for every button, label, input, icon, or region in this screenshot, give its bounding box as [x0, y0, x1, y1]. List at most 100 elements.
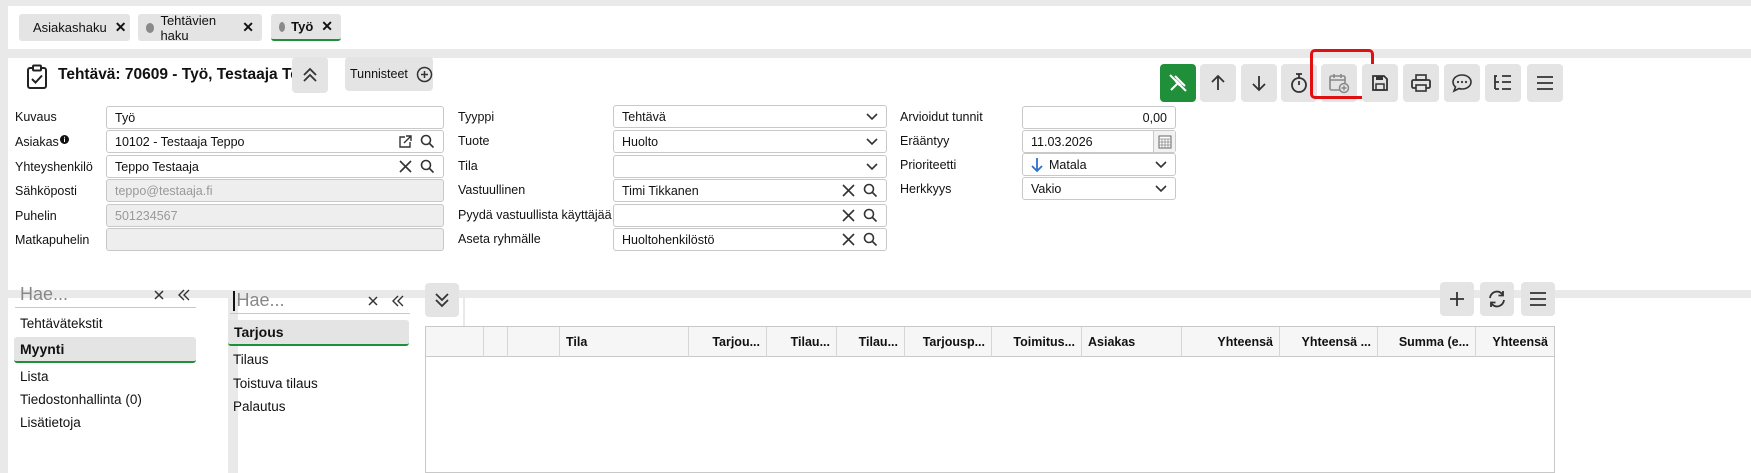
estimated-hours-field[interactable]: 0,00	[1022, 106, 1176, 129]
arrow-up-icon	[1208, 73, 1228, 93]
label-vastuullinen: Vastuullinen	[458, 183, 526, 197]
label-pyyda-vastuullista: Pyydä vastuullista käyttäjää	[458, 208, 612, 222]
status-select[interactable]	[613, 155, 887, 178]
nav-item-tilaus[interactable]: Tilaus	[233, 352, 269, 367]
column-header[interactable]: Tilau...	[837, 327, 905, 357]
clear-icon[interactable]	[842, 233, 855, 246]
menu-button[interactable]	[1527, 64, 1563, 102]
column-header[interactable]: Tarjou...	[689, 327, 767, 357]
tab-tehtavien-haku[interactable]: Tehtävien haku ✕	[138, 13, 262, 43]
chevron-double-left-icon[interactable]	[178, 289, 190, 301]
clear-icon[interactable]	[154, 289, 164, 300]
quotes-table[interactable]: Tila Tarjou... Tilau... Tilau... Tarjous…	[425, 326, 1555, 473]
close-icon[interactable]: ✕	[242, 19, 254, 36]
close-icon[interactable]: ✕	[321, 18, 333, 35]
previous-button[interactable]	[1200, 64, 1236, 102]
column-header[interactable]: Tilau...	[767, 327, 837, 357]
label-asiakas: Asiakas	[15, 135, 69, 149]
email-field: teppo@testaaja.fi	[106, 179, 444, 202]
column-header[interactable]: Toimitus...	[992, 327, 1082, 357]
calendar-icon[interactable]	[1153, 131, 1175, 152]
column-header-asiakas[interactable]: Asiakas	[1082, 327, 1182, 357]
clipboard-icon	[26, 64, 48, 90]
column-header[interactable]: Summa (e...	[1378, 327, 1476, 357]
clear-icon[interactable]	[842, 209, 855, 222]
add-button[interactable]	[1440, 282, 1474, 316]
search-icon[interactable]	[863, 208, 878, 223]
clear-icon[interactable]	[399, 160, 412, 173]
left-search-input[interactable]: Hae...	[15, 282, 196, 308]
save-button[interactable]	[1362, 64, 1398, 102]
responsible-field[interactable]: Timi Tikkanen	[613, 179, 887, 202]
priority-value: Matala	[1049, 157, 1087, 172]
open-external-icon[interactable]	[398, 134, 412, 149]
label-tila: Tila	[458, 159, 478, 173]
column-header[interactable]: Yhteensä	[1476, 327, 1554, 357]
nav-item-tehtavatekstit[interactable]: Tehtävätekstit	[20, 316, 103, 331]
plus-icon	[1448, 290, 1466, 308]
contact-person-field[interactable]: Teppo Testaaja	[106, 155, 444, 178]
type-select[interactable]: Tehtävä	[613, 105, 887, 128]
print-button[interactable]	[1403, 64, 1439, 102]
grid-menu-button[interactable]	[1521, 282, 1555, 316]
column-header[interactable]	[484, 327, 508, 357]
label-asiakas-text: Asiakas	[15, 135, 59, 149]
search-icon[interactable]	[420, 159, 435, 174]
column-header[interactable]	[426, 327, 484, 357]
nav-item-lisatietoja[interactable]: Lisätietoja	[20, 415, 81, 430]
search-icon[interactable]	[863, 183, 878, 198]
search-icon[interactable]	[863, 232, 878, 247]
sensitivity-select[interactable]: Vakio	[1022, 177, 1176, 200]
tags-button[interactable]: Tunnisteet	[345, 57, 433, 91]
description-field[interactable]: Työ	[106, 106, 444, 129]
sensitivity-value: Vakio	[1031, 181, 1062, 196]
nav-item-lista[interactable]: Lista	[20, 369, 49, 384]
due-date-field[interactable]: 11.03.2026	[1022, 130, 1176, 153]
column-header-tila[interactable]: Tila	[560, 327, 689, 357]
collapse-header-button[interactable]	[292, 57, 328, 93]
mobile-phone-field	[106, 228, 444, 251]
product-select[interactable]: Huolto	[613, 130, 887, 153]
label-matkapuhelin: Matkapuhelin	[15, 233, 90, 247]
column-header[interactable]: Tarjousp...	[905, 327, 992, 357]
assign-group-field[interactable]: Huoltohenkilöstö	[613, 228, 887, 251]
close-icon[interactable]: ✕	[115, 19, 127, 36]
nav-item-tiedostonhallinta[interactable]: Tiedostonhallinta (0)	[20, 392, 142, 407]
nav-item-myynti[interactable]: Myynti	[14, 337, 196, 363]
chevron-down-icon	[1155, 184, 1167, 193]
estimated-hours-value: 0,00	[1142, 110, 1167, 125]
unpin-button[interactable]	[1160, 64, 1196, 102]
clear-icon[interactable]	[842, 184, 855, 197]
pin-off-icon	[1167, 72, 1189, 94]
info-icon[interactable]	[59, 135, 69, 144]
tab-asiakashaku[interactable]: Asiakashaku ✕	[19, 14, 130, 41]
column-header[interactable]	[508, 327, 560, 357]
comments-button[interactable]	[1444, 64, 1480, 102]
customer-field[interactable]: 10102 - Testaaja Teppo	[106, 130, 444, 153]
nav-item-tarjous[interactable]: Tarjous	[228, 320, 409, 346]
label-aseta-ryhmalle: Aseta ryhmälle	[458, 232, 541, 246]
tags-button-label: Tunnisteet	[350, 67, 408, 81]
clear-icon[interactable]	[368, 295, 378, 306]
structure-button[interactable]	[1485, 64, 1521, 102]
column-header[interactable]: Yhteensä	[1182, 327, 1280, 357]
search-icon[interactable]	[420, 134, 435, 149]
tab-tyo[interactable]: Työ ✕	[271, 14, 341, 41]
mid-search-input[interactable]: Hae...	[230, 288, 410, 314]
chevron-double-up-icon	[301, 66, 319, 84]
expand-all-button[interactable]	[425, 283, 459, 317]
column-header[interactable]: Yhteensä ...	[1280, 327, 1378, 357]
print-icon	[1410, 73, 1432, 93]
label-yhteyshenkilo: Yhteyshenkilö	[15, 160, 93, 174]
nav-item-toistuva-tilaus[interactable]: Toistuva tilaus	[233, 376, 318, 391]
menu-icon	[1535, 74, 1555, 92]
label-arvioidut-tunnit: Arvioidut tunnit	[900, 110, 983, 124]
request-responsible-field[interactable]	[613, 204, 887, 227]
refresh-button[interactable]	[1480, 282, 1514, 316]
nav-item-palautus[interactable]: Palautus	[233, 399, 286, 414]
priority-select[interactable]: Matala	[1022, 153, 1176, 176]
chevron-down-icon	[866, 112, 878, 121]
chevron-double-left-icon[interactable]	[392, 295, 404, 307]
chevron-down-icon	[866, 137, 878, 146]
next-button[interactable]	[1241, 64, 1277, 102]
